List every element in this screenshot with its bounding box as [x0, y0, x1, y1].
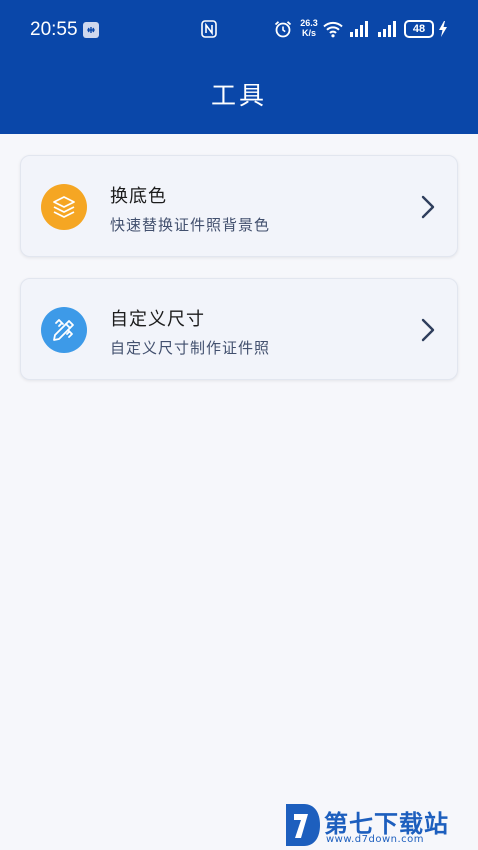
network-speed: 26.3 K/s	[297, 18, 321, 38]
nfc-icon	[201, 20, 217, 38]
battery-icon: 48	[404, 20, 434, 38]
d7-logo-icon	[284, 800, 322, 850]
charging-icon	[438, 20, 448, 38]
tool-title: 换底色	[110, 186, 167, 207]
page-title: 工具	[210, 81, 267, 110]
watermark: 第七下载站 www.d7down.com	[284, 800, 478, 850]
network-speed-unit: K/s	[301, 28, 316, 38]
app-header: 20:55 26.3 K/s 48 工具	[0, 0, 478, 134]
tool-subtitle: 快速替换证件照背景色	[110, 216, 271, 234]
tool-title: 自定义尺寸	[110, 309, 205, 330]
alarm-icon	[274, 20, 292, 38]
layers-icon	[41, 184, 87, 230]
ruler-pencil-icon	[41, 307, 87, 353]
signal-icon	[349, 21, 369, 37]
tool-subtitle: 自定义尺寸制作证件照	[110, 339, 271, 357]
chevron-right-icon	[419, 194, 437, 220]
tool-card-custom-size[interactable]: 自定义尺寸 自定义尺寸制作证件照	[20, 278, 458, 380]
usb-icon	[83, 22, 99, 38]
chevron-right-icon	[419, 317, 437, 343]
network-speed-value: 26.3	[300, 18, 318, 28]
watermark-url: www.d7down.com	[326, 834, 425, 845]
signal-icon-2	[377, 21, 399, 37]
status-time: 20:55	[30, 19, 78, 40]
status-bar: 20:55 26.3 K/s 48	[0, 0, 478, 60]
wifi-icon	[322, 20, 344, 38]
tool-card-change-background[interactable]: 换底色 快速替换证件照背景色	[20, 155, 458, 257]
